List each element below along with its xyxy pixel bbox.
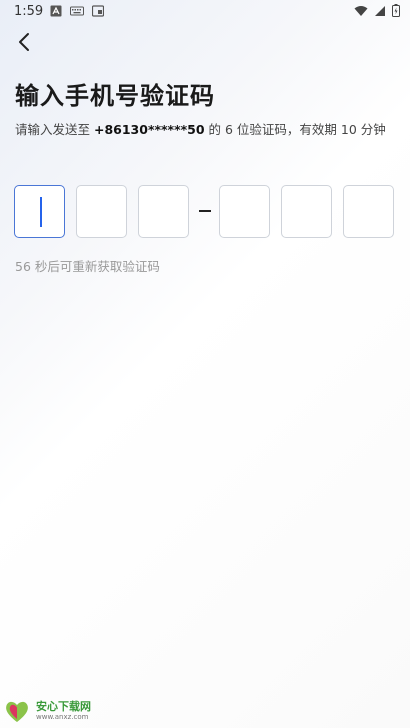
status-right-icons bbox=[354, 4, 400, 17]
page-description: 请输入发送至 +86130******50 的 6 位验证码，有效期 10 分钟 bbox=[15, 119, 386, 138]
code-digit-1[interactable] bbox=[14, 185, 65, 238]
back-button[interactable] bbox=[10, 28, 38, 56]
text-caret bbox=[40, 197, 42, 227]
signal-icon bbox=[375, 5, 385, 16]
code-digit-5[interactable] bbox=[281, 185, 332, 238]
chevron-left-icon bbox=[19, 33, 29, 51]
screen-icon bbox=[92, 5, 104, 17]
description-prefix: 请输入发送至 bbox=[15, 122, 94, 137]
code-digit-6[interactable] bbox=[343, 185, 394, 238]
resend-countdown: 56 秒后可重新获取验证码 bbox=[15, 259, 160, 274]
page-title: 输入手机号验证码 bbox=[15, 82, 215, 110]
phone-number: +86130******50 bbox=[93, 122, 205, 137]
status-left-icons bbox=[50, 5, 104, 17]
watermark-text: 安心下载网 www.anxz.com bbox=[36, 701, 91, 721]
verification-code-input bbox=[14, 185, 396, 241]
status-bar: 1:59 bbox=[0, 0, 410, 24]
heart-logo-icon bbox=[6, 701, 28, 722]
watermark-url: www.anxz.com bbox=[36, 713, 89, 721]
description-suffix: 的 6 位验证码，有效期 10 分钟 bbox=[204, 122, 386, 137]
font-a-icon bbox=[50, 5, 62, 17]
keyboard-icon bbox=[70, 6, 84, 16]
code-digit-3[interactable] bbox=[138, 185, 189, 238]
watermark-brand: 安心下载网 bbox=[36, 700, 91, 713]
battery-icon bbox=[392, 4, 400, 17]
site-watermark: 安心下载网 www.anxz.com bbox=[4, 698, 106, 724]
code-separator bbox=[199, 210, 211, 212]
code-digit-4[interactable] bbox=[219, 185, 270, 238]
code-digit-2[interactable] bbox=[76, 185, 127, 238]
status-time: 1:59 bbox=[14, 4, 44, 19]
wifi-icon bbox=[354, 5, 368, 16]
